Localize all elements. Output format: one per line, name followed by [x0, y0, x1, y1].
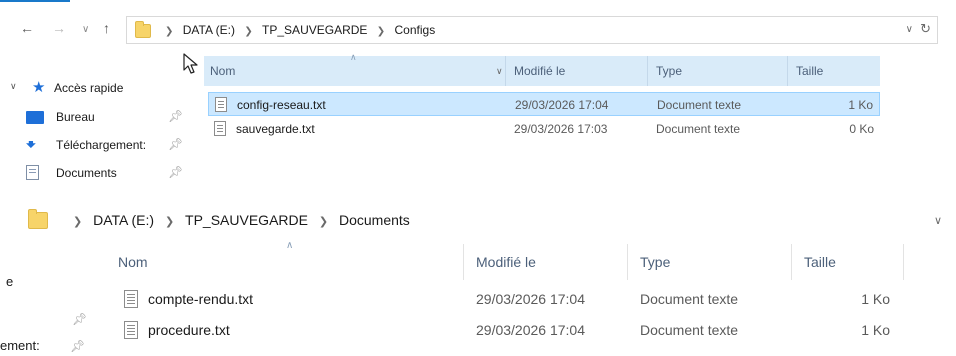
column-header-modified[interactable]: Modifié le — [506, 56, 648, 86]
column-header-name[interactable]: Nom — [104, 244, 464, 280]
file-size: 1 Ko — [848, 98, 873, 112]
arrow-left-icon[interactable]: ← — [20, 20, 34, 36]
table-row[interactable]: procedure.txt 29/03/2026 17:04 Document … — [104, 315, 904, 345]
chevron-right-icon[interactable]: ❯ — [165, 19, 173, 45]
mouse-cursor-icon — [183, 53, 198, 74]
sidebar-item-quick-access[interactable]: ∨ ★ Accès rapide — [10, 78, 190, 100]
table-row[interactable]: sauvegarde.txt 29/03/2026 17:03 Document… — [208, 117, 880, 141]
chevron-right-icon[interactable]: ❯ — [377, 19, 385, 45]
pin-icon[interactable]: 📌︎ — [168, 109, 183, 123]
pin-icon[interactable]: 📌︎ — [70, 339, 85, 353]
sidebar-item-documents[interactable]: Documents 📌︎ — [26, 162, 190, 186]
column-header-label: Type — [656, 64, 683, 78]
explorer-window-documents: ❯ DATA (E:) ❯ TP_SAUVEGARDE ❯ Documents … — [0, 196, 956, 356]
pin-icon[interactable]: 📌︎ — [72, 312, 87, 326]
breadcrumb-item[interactable]: DATA (E:) — [183, 17, 235, 43]
breadcrumb-item[interactable]: Documents — [339, 204, 410, 236]
file-size: 1 Ko — [861, 291, 890, 307]
sidebar-item-label-fragment[interactable]: ement: — [0, 338, 40, 353]
file-name: config-reseau.txt — [237, 98, 326, 112]
file-type: Document texte — [640, 322, 739, 338]
sidebar-item-label-fragment[interactable]: e — [6, 274, 13, 289]
address-bar[interactable]: ❯ DATA (E:) ❯ TP_SAUVEGARDE ❯ Documents … — [26, 204, 956, 236]
column-header-modified[interactable]: Modifié le — [464, 244, 628, 280]
breadcrumb: ❯ DATA (E:) ❯ TP_SAUVEGARDE ❯ Configs — [159, 17, 435, 43]
file-name: sauvegarde.txt — [236, 122, 315, 136]
column-header-label: Type — [640, 254, 671, 270]
column-header-label: Modifié le — [514, 64, 566, 78]
file-size: 1 Ko — [861, 322, 890, 338]
chevron-right-icon[interactable]: ❯ — [165, 206, 174, 238]
address-dropdown-icon[interactable]: ∨ — [934, 214, 942, 227]
column-header-label: Nom — [118, 254, 148, 270]
breadcrumb-item[interactable]: Configs — [395, 17, 436, 43]
arrow-right-icon[interactable]: → — [52, 20, 66, 36]
pin-icon[interactable]: 📌︎ — [168, 137, 183, 151]
file-modified: 29/03/2026 17:03 — [514, 122, 608, 136]
column-header-row: ∧ Nom ∨ Modifié le Type Taille — [204, 52, 880, 86]
text-file-icon — [124, 290, 138, 308]
sidebar-item-label: Documents — [56, 166, 117, 180]
accent-strip — [0, 0, 70, 2]
breadcrumb-item[interactable]: TP_SAUVEGARDE — [262, 17, 367, 43]
chevron-right-icon[interactable]: ❯ — [244, 19, 252, 45]
file-type: Document texte — [657, 98, 742, 112]
address-dropdown-icon[interactable]: ∨ — [906, 24, 913, 35]
arrow-up-icon[interactable]: ↑ — [103, 20, 110, 36]
folder-icon — [28, 209, 48, 229]
column-header-name[interactable]: Nom — [204, 56, 506, 86]
chevron-down-icon[interactable]: ∨ — [496, 56, 503, 86]
chevron-right-icon[interactable]: ❯ — [73, 206, 82, 238]
chevron-down-icon[interactable]: ∨ — [10, 81, 17, 92]
column-header-type[interactable]: Type — [648, 56, 788, 86]
column-header-label: Taille — [796, 64, 824, 78]
column-header-size[interactable]: Taille — [788, 56, 880, 86]
breadcrumb: ❯ DATA (E:) ❯ TP_SAUVEGARDE ❯ Documents — [66, 204, 410, 236]
column-header-size[interactable]: Taille — [792, 244, 904, 280]
text-file-icon — [124, 321, 138, 339]
sidebar-item-telechargements[interactable]: 🠻 Téléchargement: 📌︎ — [26, 134, 190, 158]
desktop-icon — [26, 111, 44, 124]
text-file-icon — [214, 121, 226, 136]
sidebar-item-label: Bureau — [56, 110, 95, 124]
file-type: Document texte — [656, 122, 741, 136]
navigation-bar: ← → ∨ ↑ ❯ DATA (E:) ❯ TP_SAUVEGARDE ❯ Co… — [0, 14, 956, 44]
pin-icon[interactable]: 📌︎ — [168, 165, 183, 179]
column-header-label: Taille — [804, 254, 836, 270]
column-header-row: ∧ Nom Modifié le Type Taille — [104, 240, 904, 280]
chevron-down-icon[interactable]: ∨ — [82, 22, 89, 38]
file-name: compte-rendu.txt — [148, 291, 254, 307]
table-row[interactable]: compte-rendu.txt 29/03/2026 17:04 Docume… — [104, 284, 904, 314]
file-modified: 29/03/2026 17:04 — [476, 322, 585, 338]
sidebar-item-label: Téléchargement: — [56, 138, 147, 152]
file-size: 0 Ko — [849, 122, 874, 136]
breadcrumb-item[interactable]: DATA (E:) — [93, 204, 154, 236]
chevron-right-icon[interactable]: ❯ — [319, 206, 328, 238]
file-name: procedure.txt — [148, 322, 230, 338]
download-icon: 🠻 — [26, 137, 36, 154]
refresh-icon[interactable]: ↻ — [920, 21, 931, 37]
documents-icon — [26, 165, 39, 180]
breadcrumb-item[interactable]: TP_SAUVEGARDE — [185, 204, 308, 236]
table-row[interactable]: config-reseau.txt 29/03/2026 17:04 Docum… — [208, 92, 880, 116]
column-header-label: Modifié le — [476, 254, 536, 270]
folder-icon — [135, 21, 151, 38]
star-icon: ★ — [32, 79, 46, 96]
address-bar[interactable]: ❯ DATA (E:) ❯ TP_SAUVEGARDE ❯ Configs ∨ … — [126, 16, 938, 44]
column-header-type[interactable]: Type — [628, 244, 792, 280]
file-type: Document texte — [640, 291, 739, 307]
explorer-window-configs: ← → ∨ ↑ ❯ DATA (E:) ❯ TP_SAUVEGARDE ❯ Co… — [0, 0, 956, 196]
text-file-icon — [215, 97, 227, 112]
sidebar-item-bureau[interactable]: Bureau 📌︎ — [26, 106, 190, 130]
column-header-label: Nom — [210, 64, 236, 78]
file-modified: 29/03/2026 17:04 — [476, 291, 585, 307]
file-modified: 29/03/2026 17:04 — [515, 98, 609, 112]
sidebar-item-label: Accès rapide — [54, 81, 124, 95]
